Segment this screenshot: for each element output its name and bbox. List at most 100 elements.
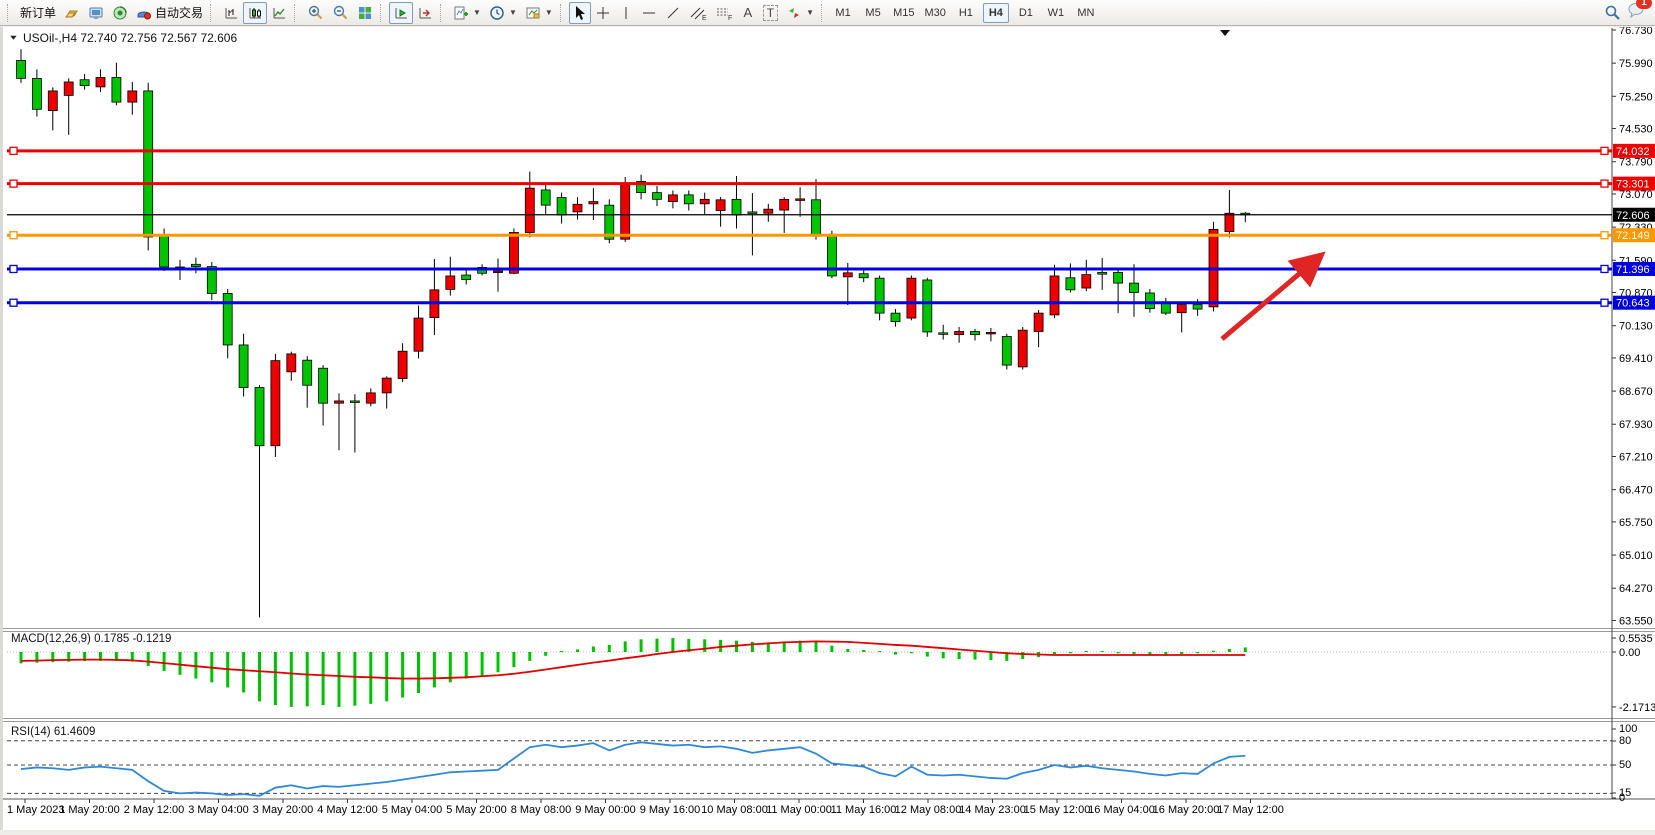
chart-background <box>3 27 1655 830</box>
auto-scroll-icon <box>393 5 409 21</box>
svg-text:9 May 00:00: 9 May 00:00 <box>575 804 636 816</box>
notifications-button[interactable]: 1 <box>1627 2 1645 23</box>
indicators-icon <box>453 5 469 21</box>
toolbar-grip <box>560 4 564 22</box>
line-chart-icon <box>271 5 287 21</box>
timeframe-button-H1[interactable]: H1 <box>953 3 979 23</box>
toolbar-grip <box>7 4 11 22</box>
autotrading-button[interactable]: 自动交易 <box>132 2 207 24</box>
accounts-icon-button[interactable] <box>84 2 108 24</box>
svg-text:5 May 20:00: 5 May 20:00 <box>446 804 507 816</box>
crosshair-tool-button[interactable] <box>591 2 615 24</box>
svg-text:-2.1713: -2.1713 <box>1619 702 1655 714</box>
svg-text:5 May 04:00: 5 May 04:00 <box>382 804 443 816</box>
svg-text:75.250: 75.250 <box>1619 91 1653 103</box>
svg-text:14 May 23:00: 14 May 23:00 <box>959 804 1026 816</box>
signals-icon-button[interactable] <box>108 2 132 24</box>
channel-tool-button[interactable]: E <box>685 2 711 24</box>
svg-text:73.070: 73.070 <box>1619 189 1653 201</box>
chart-shift-icon <box>417 5 433 21</box>
candlestick-chart-button[interactable] <box>243 2 267 24</box>
timeframe-button-H4[interactable]: H4 <box>983 3 1009 23</box>
vertical-line-tool-button[interactable] <box>615 2 637 24</box>
svg-text:16 May 20:00: 16 May 20:00 <box>1153 804 1220 816</box>
timeframe-button-D1[interactable]: D1 <box>1013 3 1039 23</box>
text-label-icon: T <box>763 5 778 21</box>
toolbar-grip <box>294 4 298 22</box>
chart-title: USOil-,H4 72.740 72.756 72.567 72.606 <box>10 31 237 45</box>
zoom-out-button[interactable] <box>328 2 353 24</box>
arrows-tool-button[interactable]: ▼ <box>782 2 818 24</box>
indicators-button[interactable]: ▼ <box>449 2 485 24</box>
svg-text:1 May 20:00: 1 May 20:00 <box>59 804 120 816</box>
cursor-tool-button[interactable] <box>569 2 591 24</box>
toolbar-grip <box>380 4 384 22</box>
timeframe-button-M30[interactable]: M30 <box>921 3 948 23</box>
chevron-down-icon: ▼ <box>473 8 481 17</box>
periods-button[interactable]: ▼ <box>485 2 521 24</box>
svg-text:76.730: 76.730 <box>1619 27 1653 37</box>
timeframe-button-MN[interactable]: MN <box>1073 3 1099 23</box>
macd-label: MACD(12,26,9) 0.1785 -0.1219 <box>11 633 171 645</box>
svg-text:67.210: 67.210 <box>1619 451 1653 463</box>
timeframe-button-M5[interactable]: M5 <box>860 3 886 23</box>
svg-text:70.130: 70.130 <box>1619 321 1653 333</box>
toolbar-grip <box>210 4 214 22</box>
arrows-icon <box>786 5 802 21</box>
bar-chart-button[interactable] <box>219 2 243 24</box>
svg-text:67.930: 67.930 <box>1619 419 1653 431</box>
svg-text:80: 80 <box>1619 735 1631 747</box>
fibonacci-icon: F <box>715 5 733 21</box>
svg-text:66.470: 66.470 <box>1619 485 1653 497</box>
zoom-in-button[interactable] <box>303 2 328 24</box>
svg-text:F: F <box>728 15 732 21</box>
tile-windows-icon <box>357 5 373 21</box>
zoom-in-icon <box>307 4 324 21</box>
trendline-tool-button[interactable] <box>661 2 685 24</box>
svg-text:72.149: 72.149 <box>1616 230 1650 242</box>
svg-text:1 May 2023: 1 May 2023 <box>7 804 64 816</box>
new-order-label: 新订单 <box>20 4 56 21</box>
svg-text:75.990: 75.990 <box>1619 58 1653 70</box>
svg-text:68.670: 68.670 <box>1619 386 1653 398</box>
timeframe-button-W1[interactable]: W1 <box>1043 3 1069 23</box>
svg-text:12 May 08:00: 12 May 08:00 <box>895 804 962 816</box>
horizontal-line-tool-button[interactable] <box>637 2 661 24</box>
crosshair-icon <box>595 5 611 21</box>
cursor-icon <box>573 5 587 21</box>
svg-text:E: E <box>702 15 707 21</box>
chart-canvas[interactable]: USOil-,H4 72.740 72.756 72.567 72.606 MA… <box>3 27 1655 830</box>
fibonacci-tool-button[interactable]: F <box>711 2 737 24</box>
deposit-icon-button[interactable] <box>60 2 84 24</box>
svg-text:9 May 16:00: 9 May 16:00 <box>640 804 701 816</box>
svg-text:10 May 08:00: 10 May 08:00 <box>701 804 768 816</box>
search-icon[interactable] <box>1604 4 1621 21</box>
line-chart-button[interactable] <box>267 2 291 24</box>
chart-window: USOil-,H4 72.740 72.756 72.567 72.606 MA… <box>0 27 1655 830</box>
rsi-label: RSI(14) 61.4609 <box>11 726 95 738</box>
svg-text:2 May 12:00: 2 May 12:00 <box>124 804 185 816</box>
chevron-down-icon: ▼ <box>509 8 517 17</box>
svg-text:65.010: 65.010 <box>1619 550 1653 562</box>
svg-text:16 May 04:00: 16 May 04:00 <box>1088 804 1155 816</box>
tile-windows-button[interactable] <box>353 2 377 24</box>
new-order-button[interactable]: 新订单 <box>16 2 60 24</box>
auto-scroll-button[interactable] <box>389 2 413 24</box>
timeframe-button-M1[interactable]: M1 <box>830 3 856 23</box>
svg-text:8 May 08:00: 8 May 08:00 <box>511 804 572 816</box>
clock-icon <box>489 5 505 21</box>
svg-text:73.790: 73.790 <box>1619 157 1653 169</box>
text-tool-button[interactable]: A <box>737 2 759 24</box>
chevron-down-icon: ▼ <box>806 8 814 17</box>
notification-count-badge: 1 <box>1636 0 1652 9</box>
svg-text:USOil-,H4 72.740 72.756 72.56: USOil-,H4 72.740 72.756 72.567 72.606 <box>23 31 237 45</box>
svg-text:71.396: 71.396 <box>1616 264 1650 276</box>
svg-text:4 May 12:00: 4 May 12:00 <box>317 804 378 816</box>
svg-text:11 May 16:00: 11 May 16:00 <box>831 804 897 816</box>
signal-icon <box>112 5 128 21</box>
timeframe-button-M15[interactable]: M15 <box>890 3 917 23</box>
text-label-tool-button[interactable]: T <box>759 2 782 24</box>
svg-text:11 May 00:00: 11 May 00:00 <box>766 804 832 816</box>
chart-shift-button[interactable] <box>413 2 437 24</box>
templates-button[interactable]: ▼ <box>521 2 557 24</box>
